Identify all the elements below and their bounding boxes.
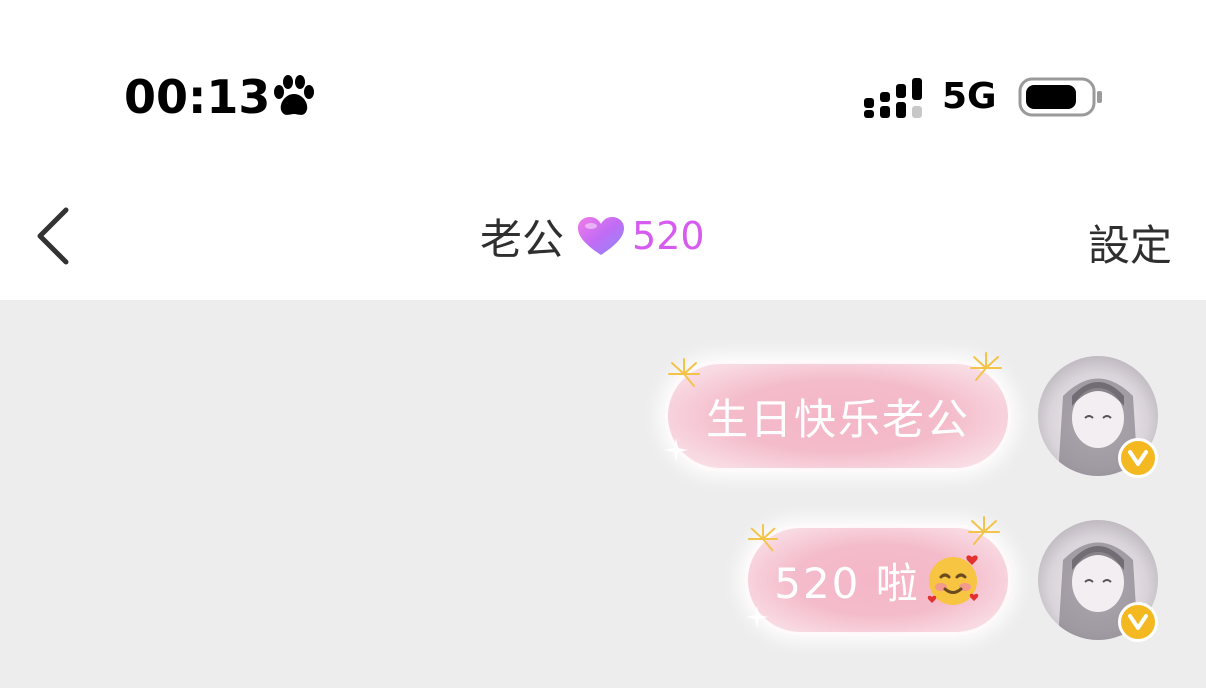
status-bar: 00:13 5G — [0, 0, 1206, 160]
chevron-left-icon[interactable] — [30, 202, 80, 272]
sparkle-deco-icon — [664, 438, 688, 462]
vip-badge-icon — [1118, 602, 1158, 642]
heart-icon — [578, 217, 625, 255]
nav-bar: 老公 520 設定 — [0, 160, 1206, 300]
message-bubble[interactable]: 生日快乐老公 — [664, 352, 1012, 472]
signal-icon — [864, 78, 922, 118]
chat-screen: 00:13 5G 老公 520 設定 生日快乐老公 520 啦 — [0, 0, 1206, 688]
status-time: 00:13 — [124, 70, 271, 124]
chat-area[interactable] — [0, 300, 1206, 688]
chat-title-group[interactable]: 老公 520 — [480, 208, 705, 264]
intimacy-value: 520 — [632, 214, 705, 258]
smiling-face-with-hearts-icon — [927, 555, 979, 605]
vip-badge-icon — [1118, 438, 1158, 478]
firework-deco-icon — [970, 352, 1002, 381]
battery-icon — [1018, 77, 1102, 117]
message-text: 520 啦 — [774, 558, 920, 608]
paw-icon — [274, 75, 314, 115]
settings-button[interactable]: 設定 — [1088, 212, 1172, 273]
message-text: 生日快乐老公 — [705, 394, 970, 444]
firework-deco-icon — [968, 516, 1000, 545]
firework-deco-icon — [668, 358, 700, 387]
chat-title: 老公 — [480, 214, 565, 264]
network-type: 5G — [942, 76, 997, 117]
message-content: 520 啦 — [774, 550, 982, 611]
message-bubble[interactable]: 520 啦 — [744, 516, 1012, 636]
sparkle-deco-icon — [746, 606, 768, 628]
